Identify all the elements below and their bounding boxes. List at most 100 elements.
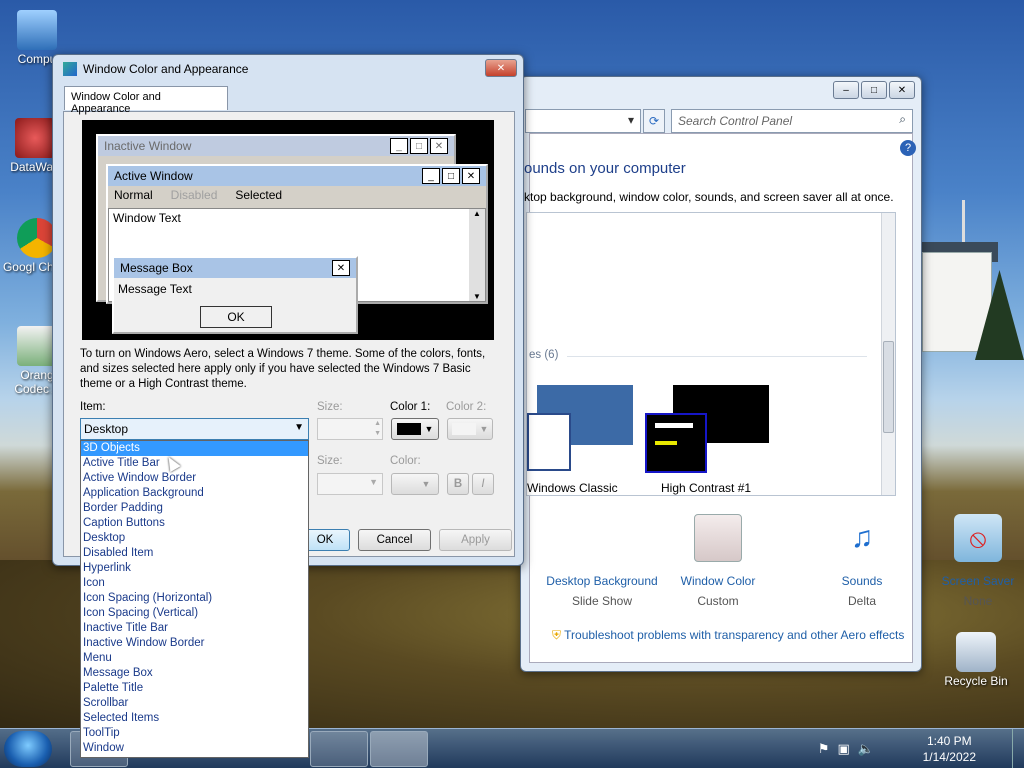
themes-list[interactable]: es (6) Windows Classic High Contrast #1 bbox=[526, 212, 896, 496]
preview-message-box: Message Box ✕ Message Text OK bbox=[112, 256, 358, 334]
spinner-arrows-icon[interactable]: ▲ ▼ bbox=[374, 419, 381, 439]
close-icon: ✕ bbox=[462, 168, 480, 184]
show-desktop-button[interactable] bbox=[1012, 729, 1024, 768]
color-swatch bbox=[396, 423, 421, 435]
tab-window-color-appearance[interactable]: Window Color and Appearance bbox=[64, 86, 228, 115]
cp-content: ounds on your computer ? ktop background… bbox=[524, 133, 1014, 663]
option-caption-buttons[interactable]: Caption Buttons bbox=[81, 516, 308, 531]
inactive-title-bar: Inactive Window _ □ ✕ bbox=[98, 136, 454, 156]
option-selected-items[interactable]: Selected Items bbox=[81, 711, 308, 726]
option-active-title-bar[interactable]: Active Title Bar bbox=[81, 456, 308, 471]
action-center-icon[interactable]: ⚑ bbox=[818, 741, 830, 757]
font-size-select[interactable]: ▼ bbox=[317, 473, 383, 495]
size-spinner[interactable]: ▲ ▼ bbox=[317, 418, 383, 440]
font-color-label: Color: bbox=[390, 455, 421, 467]
maximize-icon[interactable]: □ bbox=[861, 81, 887, 99]
screen-saver-icon: ⦸ bbox=[954, 514, 1002, 562]
option-icon-spacing-horizontal[interactable]: Icon Spacing (Horizontal) bbox=[81, 591, 308, 606]
minimize-icon: _ bbox=[390, 138, 408, 154]
computer-icon bbox=[17, 10, 57, 50]
preview-scrollbar: ▲ ▼ bbox=[469, 209, 485, 301]
volume-icon[interactable]: 🔈 bbox=[858, 741, 874, 757]
option-inactive-window-border[interactable]: Inactive Window Border bbox=[81, 636, 308, 651]
taskbar-control-panel[interactable] bbox=[310, 731, 368, 767]
message-box-title-bar: Message Box ✕ bbox=[114, 258, 356, 278]
color-swatch bbox=[451, 423, 476, 435]
theme-label: High Contrast #1 bbox=[661, 481, 752, 495]
address-bar[interactable]: ▾ bbox=[525, 109, 641, 133]
help-icon[interactable]: ? bbox=[900, 140, 916, 156]
cancel-button[interactable]: Cancel bbox=[358, 529, 431, 551]
size-label: Size: bbox=[317, 401, 343, 413]
start-button[interactable] bbox=[4, 731, 52, 767]
screen-saver-link[interactable]: ⦸ Screen Saver None bbox=[938, 514, 1018, 608]
option-hyperlink[interactable]: Hyperlink bbox=[81, 561, 308, 576]
classic-thumb bbox=[527, 413, 571, 471]
option-desktop[interactable]: Desktop bbox=[81, 531, 308, 546]
chevron-down-icon: ▼ bbox=[421, 479, 431, 489]
desktop-background-link[interactable]: Desktop Background Slide Show bbox=[522, 574, 682, 608]
desktop-icon-recycle-bin[interactable]: Recycle Bin bbox=[940, 632, 1012, 688]
orange-codec-icon bbox=[17, 326, 57, 366]
option-icon-spacing-vertical[interactable]: Icon Spacing (Vertical) bbox=[81, 606, 308, 621]
dialog-title: Window Color and Appearance bbox=[83, 62, 249, 76]
dialog-app-icon bbox=[63, 62, 77, 76]
option-message-box[interactable]: Message Box bbox=[81, 666, 308, 681]
color2-picker[interactable]: ▼ bbox=[447, 418, 493, 440]
option-menu[interactable]: Menu bbox=[81, 651, 308, 666]
item-dropdown-list[interactable]: 3D Objects Active Title Bar Active Windo… bbox=[80, 440, 309, 758]
themes-scrollbar[interactable] bbox=[881, 213, 895, 495]
apply-button[interactable]: Apply bbox=[439, 529, 512, 551]
close-icon[interactable]: ✕ bbox=[485, 59, 517, 77]
search-input[interactable]: Search Control Panel ⌕ bbox=[671, 109, 913, 133]
minimize-icon[interactable]: – bbox=[833, 81, 859, 99]
network-icon[interactable]: ▣ bbox=[838, 741, 850, 757]
option-border-padding[interactable]: Border Padding bbox=[81, 501, 308, 516]
font-color-picker[interactable]: ▼ bbox=[391, 473, 439, 495]
chevron-down-icon: ▼ bbox=[424, 424, 434, 434]
close-icon[interactable]: ✕ bbox=[889, 81, 915, 99]
option-window[interactable]: Window bbox=[81, 741, 308, 756]
option-tooltip[interactable]: ToolTip bbox=[81, 726, 308, 741]
system-tray: ⚑ ▣ 🔈 bbox=[818, 741, 874, 757]
item-select[interactable]: Desktop ▼ bbox=[80, 418, 309, 440]
option-3d-objects[interactable]: 3D Objects bbox=[81, 441, 308, 456]
sounds-icon: ♫ bbox=[850, 521, 874, 554]
dialog-titlebar: Window Color and Appearance bbox=[53, 55, 523, 83]
theme-windows-classic[interactable] bbox=[527, 385, 633, 471]
option-active-window-border[interactable]: Active Window Border bbox=[81, 471, 308, 486]
search-icon[interactable]: ⌕ bbox=[899, 112, 906, 127]
option-scrollbar[interactable]: Scrollbar bbox=[81, 696, 308, 711]
appearance-preview: Inactive Window _ □ ✕ Active Window _ □ … bbox=[82, 120, 494, 340]
address-dropdown-icon[interactable]: ▾ bbox=[628, 113, 634, 127]
option-disabled-item[interactable]: Disabled Item bbox=[81, 546, 308, 561]
clock[interactable]: 1:40 PM 1/14/2022 bbox=[923, 733, 976, 765]
cp-caption-buttons: – □ ✕ bbox=[833, 81, 915, 99]
option-palette-title[interactable]: Palette Title bbox=[81, 681, 308, 696]
scroll-thumb[interactable] bbox=[883, 341, 894, 433]
color1-label: Color 1: bbox=[390, 401, 431, 413]
recycle-bin-icon bbox=[956, 632, 996, 672]
refresh-icon[interactable]: ⟳ bbox=[643, 109, 665, 133]
sounds-link[interactable]: ♫ Sounds Delta bbox=[822, 514, 902, 608]
minimize-icon: _ bbox=[422, 168, 440, 184]
chevron-down-icon[interactable]: ▼ bbox=[294, 422, 304, 433]
option-inactive-title-bar[interactable]: Inactive Title Bar bbox=[81, 621, 308, 636]
italic-button[interactable]: I bbox=[472, 473, 494, 495]
group-divider bbox=[567, 356, 867, 357]
option-application-background[interactable]: Application Background bbox=[81, 486, 308, 501]
active-title-bar: Active Window _ □ ✕ bbox=[108, 166, 486, 186]
themes-group-label: es (6) bbox=[529, 349, 559, 361]
option-icon[interactable]: Icon bbox=[81, 576, 308, 591]
maximize-icon: □ bbox=[410, 138, 428, 154]
bold-button[interactable]: B bbox=[447, 473, 469, 495]
color1-picker[interactable]: ▼ bbox=[391, 418, 439, 440]
cp-heading: ounds on your computer bbox=[524, 160, 686, 177]
shield-icon: ⛨ bbox=[552, 628, 562, 642]
troubleshoot-link[interactable]: ⛨ Troubleshoot problems with transparenc… bbox=[552, 628, 904, 643]
font-size-label: Size: bbox=[317, 455, 343, 467]
taskbar-window-color[interactable] bbox=[370, 731, 428, 767]
window-color-link[interactable]: Window Color Custom bbox=[678, 514, 758, 608]
theme-high-contrast-1[interactable] bbox=[645, 385, 769, 473]
dialog-caption-buttons: ✕ bbox=[485, 59, 517, 77]
